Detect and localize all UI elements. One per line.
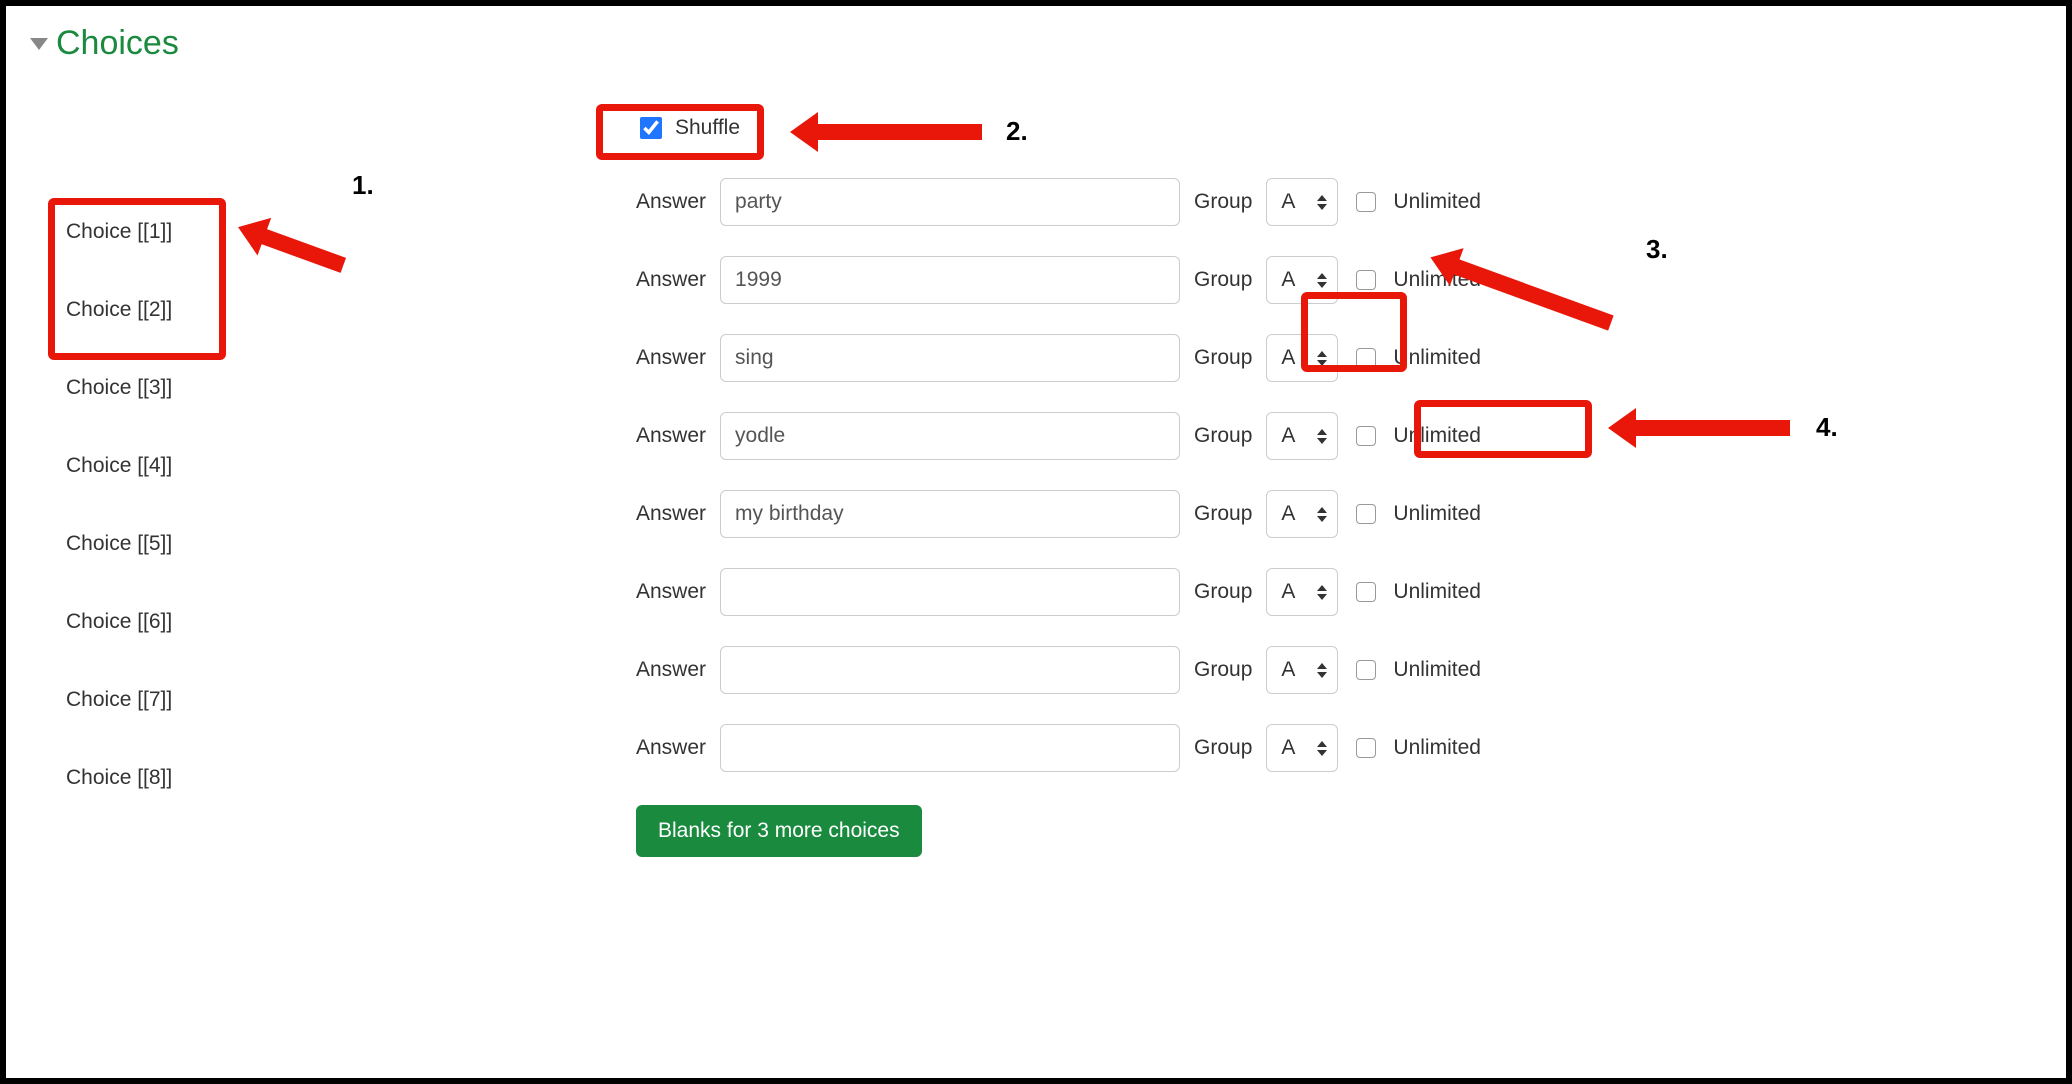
answer-input[interactable]: [720, 724, 1180, 772]
unlimited-label: Unlimited: [1393, 346, 1481, 370]
section-title: Choices: [56, 24, 179, 63]
group-select-value: A: [1281, 268, 1295, 292]
choice-row: Answer Group A Unlimited: [620, 709, 2042, 787]
answer-label: Answer: [636, 190, 706, 214]
shuffle-checkbox[interactable]: [640, 117, 662, 139]
unlimited-checkbox[interactable]: [1356, 660, 1376, 680]
unlimited-checkbox[interactable]: [1356, 426, 1376, 446]
select-arrows-icon: [1317, 663, 1327, 678]
unlimited-label: Unlimited: [1393, 580, 1481, 604]
answer-label: Answer: [636, 268, 706, 292]
group-select[interactable]: A: [1266, 178, 1338, 226]
answer-input[interactable]: [720, 256, 1180, 304]
shuffle-label: Shuffle: [675, 116, 740, 140]
unlimited-checkbox[interactable]: [1356, 270, 1376, 290]
section-header[interactable]: Choices: [30, 24, 2042, 63]
group-select[interactable]: A: [1266, 334, 1338, 382]
select-arrows-icon: [1317, 351, 1327, 366]
annotation-callout-1: 1.: [352, 170, 374, 201]
content-area: Choice [[1]] Choice [[2]] Choice [[3]] C…: [30, 93, 2042, 857]
group-label: Group: [1194, 190, 1252, 214]
group-label: Group: [1194, 268, 1252, 292]
group-label: Group: [1194, 658, 1252, 682]
unlimited-label: Unlimited: [1393, 190, 1481, 214]
annotation-callout-3: 3.: [1646, 234, 1668, 265]
choice-labels-column: Choice [[1]] Choice [[2]] Choice [[3]] C…: [30, 93, 620, 817]
answer-input[interactable]: [720, 412, 1180, 460]
choice-row: Answer Group A Unlimited: [620, 241, 2042, 319]
choice-label: Choice [[4]]: [60, 427, 620, 505]
select-arrows-icon: [1317, 741, 1327, 756]
group-select[interactable]: A: [1266, 256, 1338, 304]
unlimited-label: Unlimited: [1393, 502, 1481, 526]
choice-row: Answer Group A Unlimited: [620, 553, 2042, 631]
group-select-value: A: [1281, 736, 1295, 760]
group-label: Group: [1194, 502, 1252, 526]
unlimited-label: Unlimited: [1393, 424, 1481, 448]
choice-label: Choice [[5]]: [60, 505, 620, 583]
annotation-callout-4: 4.: [1816, 412, 1838, 443]
group-select-value: A: [1281, 424, 1295, 448]
annotation-arrow-4-icon: [1630, 420, 1790, 436]
choice-row: Answer Group A Unlimited: [620, 163, 2042, 241]
answer-label: Answer: [636, 580, 706, 604]
answer-input[interactable]: [720, 490, 1180, 538]
unlimited-label: Unlimited: [1393, 736, 1481, 760]
group-select-value: A: [1281, 580, 1295, 604]
unlimited-checkbox[interactable]: [1356, 582, 1376, 602]
answer-label: Answer: [636, 736, 706, 760]
answer-input[interactable]: [720, 334, 1180, 382]
group-select[interactable]: A: [1266, 568, 1338, 616]
group-label: Group: [1194, 346, 1252, 370]
choices-editor-frame: Choices Choice [[1]] Choice [[2]] Choice…: [0, 0, 2072, 1084]
choice-row: Answer Group A Unlimited: [620, 631, 2042, 709]
choice-fields-column: Shuffle Answer Group A Unlimited Answer …: [620, 93, 2042, 857]
group-label: Group: [1194, 424, 1252, 448]
disclosure-triangle-icon[interactable]: [30, 38, 48, 50]
answer-label: Answer: [636, 346, 706, 370]
unlimited-checkbox[interactable]: [1356, 192, 1376, 212]
add-blanks-button[interactable]: Blanks for 3 more choices: [636, 805, 922, 857]
group-select[interactable]: A: [1266, 490, 1338, 538]
unlimited-checkbox[interactable]: [1356, 348, 1376, 368]
unlimited-label: Unlimited: [1393, 658, 1481, 682]
answer-label: Answer: [636, 424, 706, 448]
choice-label: Choice [[2]]: [60, 271, 620, 349]
annotation-arrow-2-icon: [812, 124, 982, 140]
answer-label: Answer: [636, 502, 706, 526]
select-arrows-icon: [1317, 585, 1327, 600]
group-label: Group: [1194, 580, 1252, 604]
group-select[interactable]: A: [1266, 724, 1338, 772]
select-arrows-icon: [1317, 429, 1327, 444]
choice-label: Choice [[7]]: [60, 661, 620, 739]
select-arrows-icon: [1317, 507, 1327, 522]
group-select-value: A: [1281, 190, 1295, 214]
answer-input[interactable]: [720, 568, 1180, 616]
group-select-value: A: [1281, 658, 1295, 682]
select-arrows-icon: [1317, 195, 1327, 210]
choice-label: Choice [[8]]: [60, 739, 620, 817]
group-select-value: A: [1281, 502, 1295, 526]
choice-label: Choice [[6]]: [60, 583, 620, 661]
choice-label: Choice [[3]]: [60, 349, 620, 427]
choice-row: Answer Group A Unlimited: [620, 475, 2042, 553]
unlimited-checkbox[interactable]: [1356, 504, 1376, 524]
select-arrows-icon: [1317, 273, 1327, 288]
group-select[interactable]: A: [1266, 646, 1338, 694]
unlimited-checkbox[interactable]: [1356, 738, 1376, 758]
group-select-value: A: [1281, 346, 1295, 370]
choice-row: Answer Group A Unlimited: [620, 319, 2042, 397]
answer-label: Answer: [636, 658, 706, 682]
annotation-callout-2: 2.: [1006, 116, 1028, 147]
group-select[interactable]: A: [1266, 412, 1338, 460]
answer-input[interactable]: [720, 646, 1180, 694]
answer-input[interactable]: [720, 178, 1180, 226]
group-label: Group: [1194, 736, 1252, 760]
